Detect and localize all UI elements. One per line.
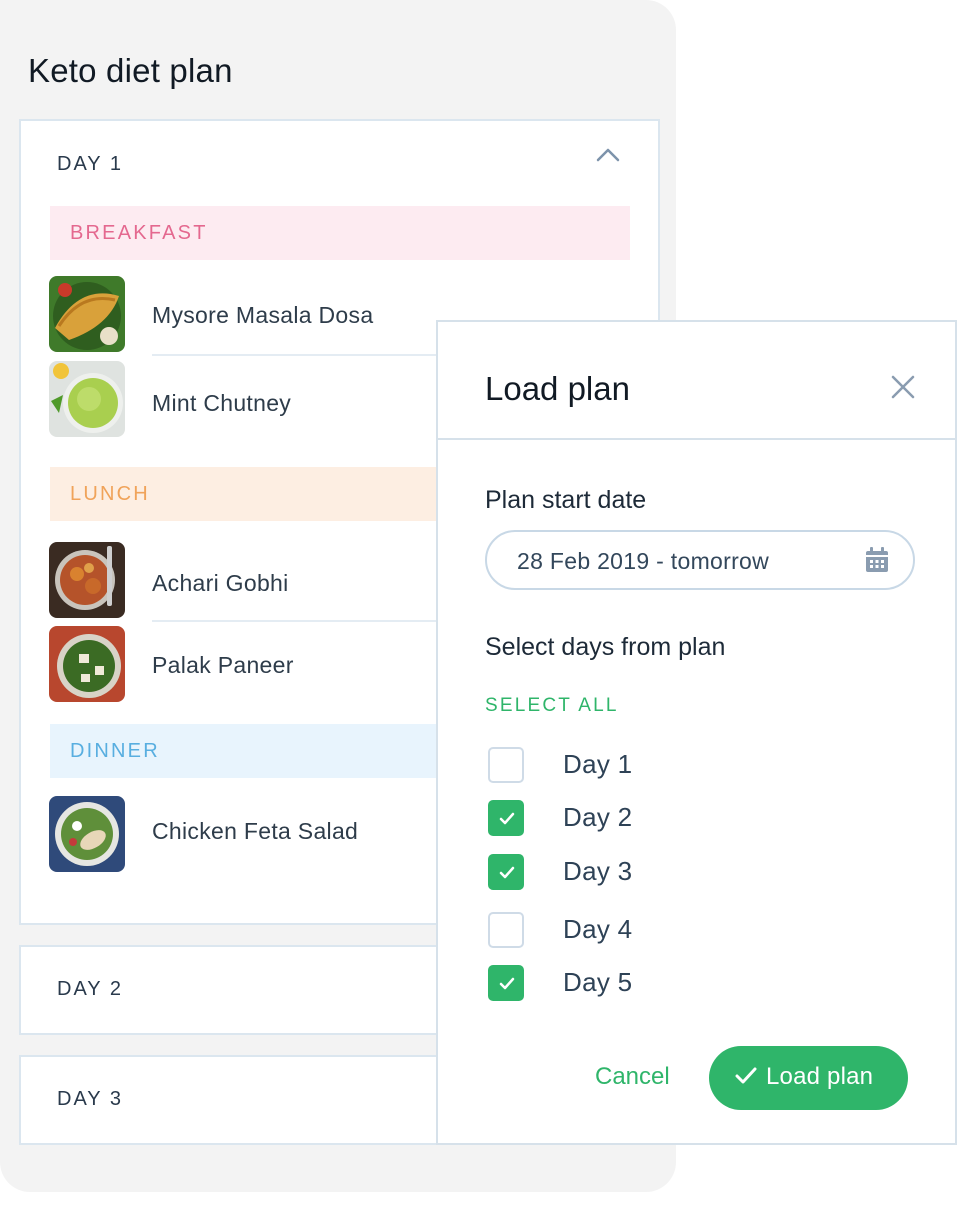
day-option-3[interactable]: Day 3 — [488, 852, 748, 892]
day-header-label[interactable]: DAY 3 — [57, 1088, 123, 1111]
checkbox-checked[interactable] — [488, 800, 524, 836]
start-date-field[interactable]: 28 Feb 2019 - tomorrow — [485, 530, 915, 590]
food-item-name[interactable]: Mysore Masala Dosa — [152, 302, 373, 329]
food-image-chutney — [49, 361, 125, 437]
day-option-label: Day 3 — [563, 856, 633, 886]
day-option-1[interactable]: Day 1 — [488, 745, 748, 785]
checkbox-checked[interactable] — [488, 854, 524, 890]
day-option-label: Day 2 — [563, 802, 633, 832]
checkbox-checked[interactable] — [488, 965, 524, 1001]
start-date-label: Plan start date — [485, 486, 647, 514]
select-days-label: Select days from plan — [485, 633, 726, 661]
day-option-2[interactable]: Day 2 — [488, 798, 748, 838]
day-option-label: Day 5 — [563, 967, 633, 997]
plan-title: Keto diet plan — [28, 52, 233, 89]
food-item-name[interactable]: Palak Paneer — [152, 652, 294, 679]
calendar-icon[interactable] — [865, 547, 889, 573]
day-header-label[interactable]: DAY 2 — [57, 978, 123, 1001]
checkbox-unchecked[interactable] — [488, 912, 524, 948]
check-icon — [499, 866, 515, 879]
day-option-label: Day 4 — [563, 914, 633, 944]
day-option-label: Day 1 — [563, 749, 633, 779]
chevron-up-icon[interactable] — [594, 145, 622, 165]
checkbox-unchecked[interactable] — [488, 747, 524, 783]
select-all-link[interactable]: SELECT ALL — [485, 695, 619, 717]
check-icon — [499, 977, 515, 990]
food-image-chicken-salad — [49, 796, 125, 872]
meal-header-breakfast: BREAKFAST — [50, 206, 630, 260]
start-date-value: 28 Feb 2019 - tomorrow — [517, 548, 770, 574]
load-plan-button-label: Load plan — [766, 1063, 874, 1090]
check-icon — [499, 812, 515, 825]
food-item-name[interactable]: Mint Chutney — [152, 390, 291, 417]
food-image-palak-paneer — [49, 626, 125, 702]
day-option-5[interactable]: Day 5 — [488, 963, 748, 1003]
food-image-dosa — [49, 276, 125, 352]
day-header-label[interactable]: DAY 1 — [57, 153, 123, 176]
food-item-name[interactable]: Achari Gobhi — [152, 570, 289, 597]
cancel-button[interactable]: Cancel — [595, 1063, 670, 1091]
load-plan-modal: Load plan Plan start date 28 Feb 2019 - … — [436, 320, 957, 1145]
day-option-4[interactable]: Day 4 — [488, 910, 748, 950]
close-icon[interactable] — [888, 372, 918, 402]
modal-title: Load plan — [485, 370, 630, 407]
food-image-achari-gobhi — [49, 542, 125, 618]
modal-header: Load plan — [438, 322, 955, 440]
load-plan-button[interactable]: Load plan — [709, 1046, 908, 1110]
food-item-name[interactable]: Chicken Feta Salad — [152, 818, 358, 845]
check-icon — [735, 1067, 757, 1084]
